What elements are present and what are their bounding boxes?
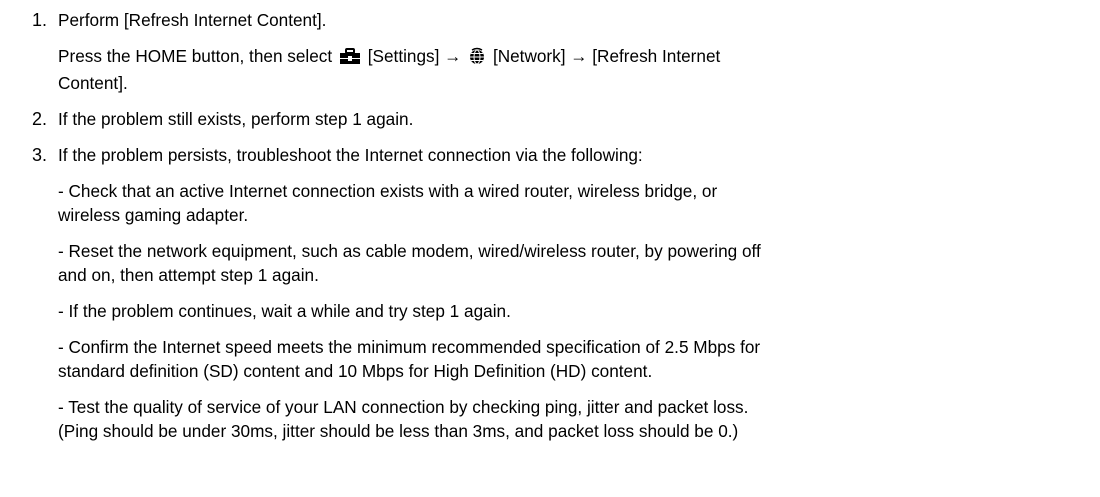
bullet-line: standard definition (SD) content and 10 … [58,361,653,381]
step-instruction: Press the HOME button, then select [Sett… [58,44,1040,95]
step-title: If the problem still exists, perform ste… [58,109,414,129]
bullet-item: - Reset the network equipment, such as c… [58,239,1040,287]
step-body: If the problem still exists, perform ste… [58,107,1040,131]
step-title: If the problem persists, troubleshoot th… [58,145,643,165]
globe-icon [468,47,486,71]
bullet-line: (Ping should be under 30ms, jitter shoul… [58,421,739,441]
step-1: 1. Perform [Refresh Internet Content]. P… [32,8,1100,95]
toolbox-icon [339,47,361,71]
bullet-item: - Test the quality of service of your LA… [58,395,1040,443]
bullet-line: wireless gaming adapter. [58,205,249,225]
bullet-line: - Reset the network equipment, such as c… [58,241,761,261]
step-body: If the problem persists, troubleshoot th… [58,143,1040,443]
step-2: 2. If the problem still exists, perform … [32,107,1100,131]
bullet-item: - If the problem continues, wait a while… [58,299,1040,323]
bullet-list: - Check that an active Internet connecti… [58,179,1040,443]
settings-label: [Settings] → [367,46,462,66]
network-label: [Network] → [Refresh Internet [492,46,721,66]
bullet-line: - Check that an active Internet connecti… [58,181,718,201]
bullet-line: and on, then attempt step 1 again. [58,265,319,285]
step-number: 3. [32,145,48,165]
instruction-suffix: Content]. [58,73,128,93]
bullet-line: - If the problem continues, wait a while… [58,301,511,321]
step-number: 2. [32,109,48,129]
bullet-line: - Test the quality of service of your LA… [58,397,749,417]
instruction-prefix: Press the HOME button, then select [58,46,333,66]
bullet-item: - Check that an active Internet connecti… [58,179,1040,227]
step-3: 3. If the problem persists, troubleshoot… [32,143,1100,443]
step-body: Perform [Refresh Internet Content]. Pres… [58,8,1040,95]
troubleshooting-page: 1. Perform [Refresh Internet Content]. P… [0,0,1100,497]
bullet-line: - Confirm the Internet speed meets the m… [58,337,761,357]
step-title: Perform [Refresh Internet Content]. [58,10,327,30]
step-number: 1. [32,10,48,30]
bullet-item: - Confirm the Internet speed meets the m… [58,335,1040,383]
